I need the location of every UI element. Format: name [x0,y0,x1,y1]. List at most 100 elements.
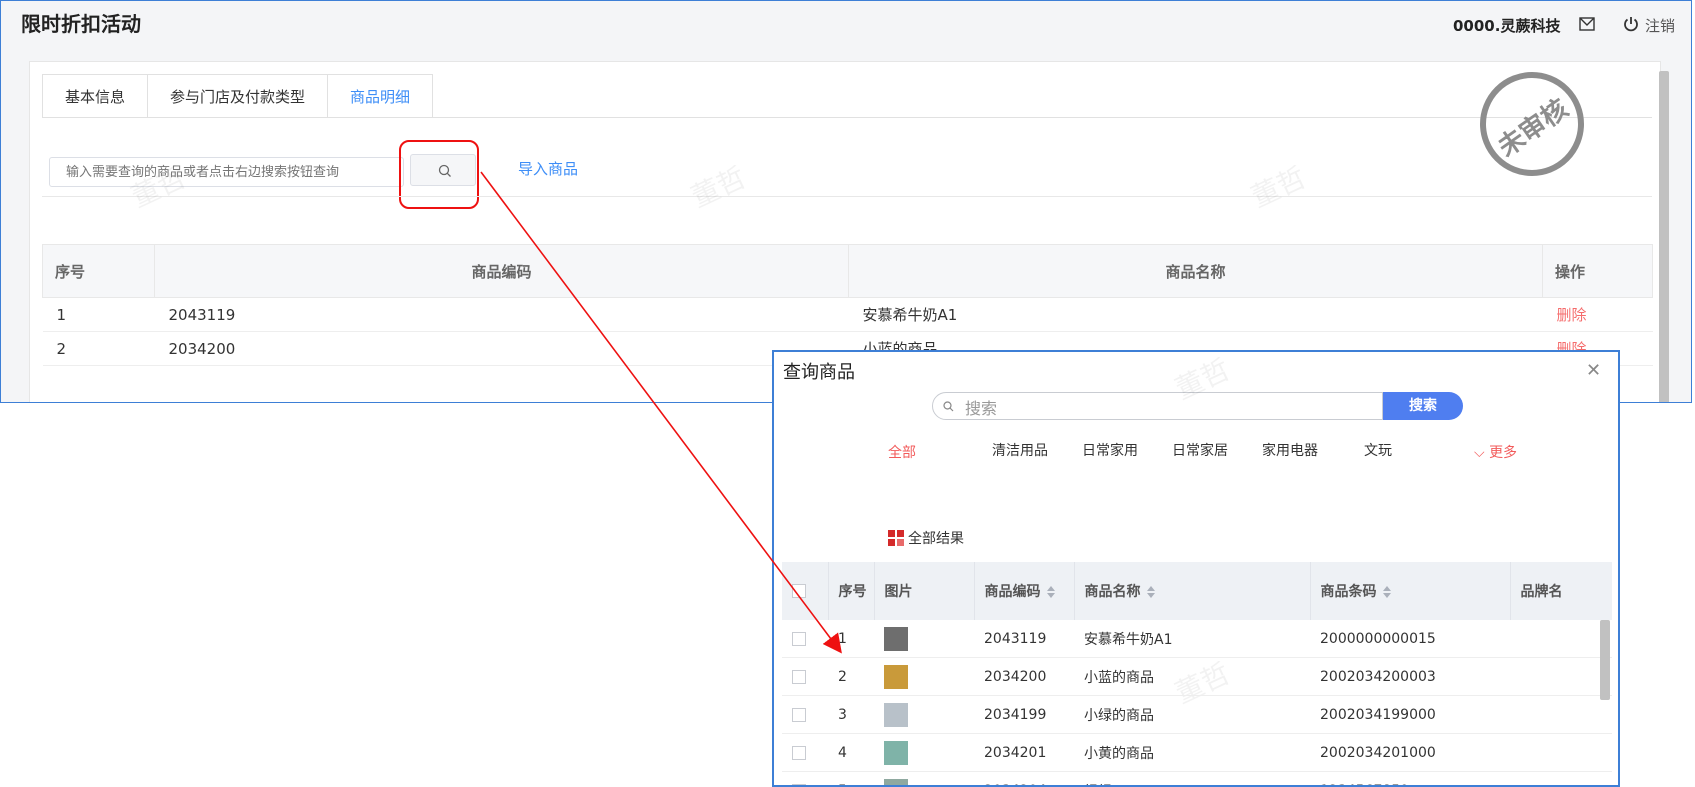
row-name: 安慕希牛奶A1 [1074,620,1310,658]
row-code: 2043119 [154,297,849,332]
row-name: 安慕希牛奶A1 [848,297,1543,332]
col-header-image: 图片 [874,562,975,620]
query-product-dialog: 查询商品 ✕ 搜索 搜索 全部 清洁用品 日常家用 日常家居 家用电器 文玩 ⌵… [772,350,1620,787]
col-header-name[interactable]: 商品名称 [1074,562,1311,620]
row-barcode: 2002034201000 [1310,733,1510,772]
row-barcode: 1234567859 [1310,771,1510,785]
table-row[interactable]: 3 2034199 小绿的商品 2002034199000 [782,695,1612,734]
dialog-search-input[interactable]: 搜索 [932,392,1383,420]
main-scrollbar[interactable] [1659,71,1669,402]
tab-stores-payment[interactable]: 参与门店及付款类型 [147,74,328,118]
power-icon[interactable] [1623,16,1639,32]
watermark: 董哲 [686,160,751,215]
product-thumbnail [884,702,908,727]
dialog-search-placeholder: 搜索 [965,399,998,418]
product-thumbnail [884,740,908,765]
highlight-annotation [399,140,479,209]
table-row: 1 2043119 安慕希牛奶A1 删除 [42,297,1653,332]
col-header-barcode[interactable]: 商品条码 [1310,562,1511,620]
col-header-code[interactable]: 商品编码 [974,562,1075,620]
row-name: 小黄的商品 [1074,733,1310,772]
table-row[interactable]: 5 2034204 绿绿 1234567859 [782,771,1612,785]
category-collectibles[interactable]: 文玩 [1364,440,1392,460]
row-code: 2043119 [974,620,1074,658]
more-categories-link[interactable]: ⌵ 更多 [1474,442,1517,462]
row-checkbox[interactable] [792,669,806,684]
row-seq: 5 [828,771,874,785]
watermark: 董哲 [1246,160,1311,215]
dialog-scrollbar[interactable] [1600,620,1610,700]
company-name: 0000.灵蕨科技 [1453,17,1561,35]
col-header-barcode-label: 商品条码 [1320,584,1377,600]
row-name: 小蓝的商品 [1074,657,1310,696]
table-row[interactable]: 1 2043119 安慕希牛奶A1 2000000000015 [782,620,1612,658]
row-seq: 4 [828,733,874,772]
page-title: 限时折扣活动 [21,12,141,36]
sort-icon [1146,586,1155,598]
table-row[interactable]: 2 2034200 小蓝的商品 2002034200003 [782,657,1612,696]
close-icon[interactable]: ✕ [1586,360,1601,381]
row-brand [1510,733,1612,772]
row-barcode: 2002034200003 [1310,657,1510,696]
dialog-product-table: 序号 图片 商品编码 商品名称 商品条码 品牌名 1 2043119 安慕希牛奶… [782,562,1612,785]
product-thumbnail [884,626,908,651]
category-daily-use[interactable]: 日常家用 [1082,440,1138,460]
dialog-title: 查询商品 [783,362,855,383]
row-seq: 2 [42,331,155,366]
row-checkbox[interactable] [792,631,806,646]
unreviewed-stamp: 未审核 [1480,72,1584,176]
chevron-down-icon: ⌵ [1474,445,1490,461]
row-brand [1510,657,1612,696]
search-icon [943,401,954,412]
category-appliances[interactable]: 家用电器 [1262,440,1318,460]
main-window: 限时折扣活动 0000.灵蕨科技 注销 基本信息 参与门店及付款类型 商品明细 … [0,0,1692,403]
category-cleaning[interactable]: 清洁用品 [992,440,1048,460]
col-header-brand: 品牌名 [1510,562,1612,620]
col-header-name: 商品名称 [848,244,1543,298]
category-all[interactable]: 全部 [888,442,916,462]
row-seq: 2 [828,657,874,696]
tab-bar: 基本信息 参与门店及付款类型 商品明细 [42,74,434,118]
table-row[interactable]: 4 2034201 小黄的商品 2002034201000 [782,733,1612,772]
row-code: 2034199 [974,695,1074,734]
row-code: 2034204 [974,771,1074,785]
product-thumbnail [884,778,908,785]
col-header-seq: 序号 [828,562,875,620]
logout-link[interactable]: 注销 [1645,15,1675,36]
col-header-action: 操作 [1542,244,1653,298]
all-results-label: 全部结果 [908,531,964,547]
row-checkbox[interactable] [792,783,806,785]
product-search-input[interactable] [49,157,404,187]
row-code: 2034200 [154,331,849,366]
import-products-link[interactable]: 导入商品 [518,158,578,179]
col-header-code: 商品编码 [154,244,849,298]
tab-product-details[interactable]: 商品明细 [327,74,434,118]
all-results-icon [888,530,904,546]
row-brand [1510,771,1612,785]
row-code: 2034200 [974,657,1074,696]
row-name: 小绿的商品 [1074,695,1310,734]
row-name: 绿绿 [1074,771,1310,785]
product-table: 序号 商品编码 商品名称 操作 1 2043119 安慕希牛奶A1 删除 2 2… [42,244,1653,366]
row-checkbox[interactable] [792,707,806,722]
col-header-code-label: 商品编码 [984,584,1041,600]
select-all-checkbox[interactable] [792,584,806,598]
sort-icon [1382,586,1391,598]
row-barcode: 2000000000015 [1310,620,1510,658]
more-label: 更多 [1489,445,1518,461]
delete-link[interactable]: 删除 [1557,306,1587,324]
top-bar: 限时折扣活动 0000.灵蕨科技 注销 [1,1,1691,49]
mail-icon[interactable] [1579,17,1595,31]
col-header-name-label: 商品名称 [1084,584,1141,600]
row-brand [1510,620,1612,658]
row-checkbox[interactable] [792,745,806,760]
dialog-search-button[interactable]: 搜索 [1383,392,1463,420]
col-header-seq: 序号 [42,244,155,298]
category-home[interactable]: 日常家居 [1172,440,1228,460]
toolbar-divider [42,196,1652,197]
tab-basic-info[interactable]: 基本信息 [42,74,148,118]
row-barcode: 2002034199000 [1310,695,1510,734]
row-code: 2034201 [974,733,1074,772]
row-brand [1510,695,1612,734]
stamp-text: 未审核 [1492,93,1574,164]
